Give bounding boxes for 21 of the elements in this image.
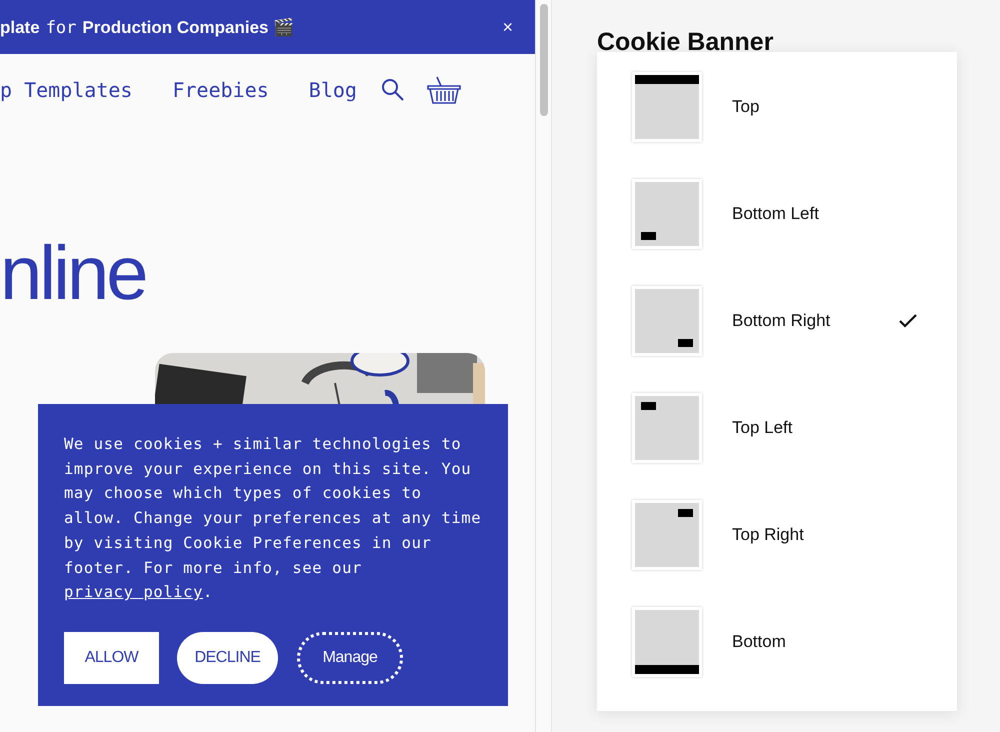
nav-link[interactable]: Blog xyxy=(308,78,357,102)
position-option[interactable]: Top Left xyxy=(597,374,957,481)
announcement-text: for xyxy=(46,18,76,38)
cookie-message: We use cookies + similar technologies to improve your experience on this site. You may choose which types of cookies to allow. Change your preferences at any time by visiting Cookie Preferences in our footer. For more info, see our privacy policy. xyxy=(64,434,482,604)
manage-button[interactable]: Manage xyxy=(297,632,403,684)
basket-icon[interactable] xyxy=(426,75,461,105)
position-option[interactable]: Top Right xyxy=(597,481,957,588)
position-option[interactable]: Bottom xyxy=(597,588,957,695)
decline-button[interactable]: DECLINE xyxy=(177,632,278,684)
scrollbar-thumb[interactable] xyxy=(540,4,548,116)
position-option[interactable]: Bottom Right xyxy=(597,267,957,374)
announcement-text: plate xyxy=(0,18,40,38)
nav-link[interactable]: Freebies xyxy=(172,78,269,102)
allow-button[interactable]: ALLOW xyxy=(64,632,159,684)
nav-link[interactable]: p Templates xyxy=(0,78,132,102)
position-option[interactable]: Bottom Left xyxy=(597,160,957,267)
privacy-policy-link[interactable]: privacy policy xyxy=(64,583,204,602)
announcement-text: Production Companies 🎬 xyxy=(82,16,294,38)
headline: nline xyxy=(0,236,147,312)
close-button[interactable]: × xyxy=(498,16,517,38)
search-icon[interactable] xyxy=(380,78,405,102)
